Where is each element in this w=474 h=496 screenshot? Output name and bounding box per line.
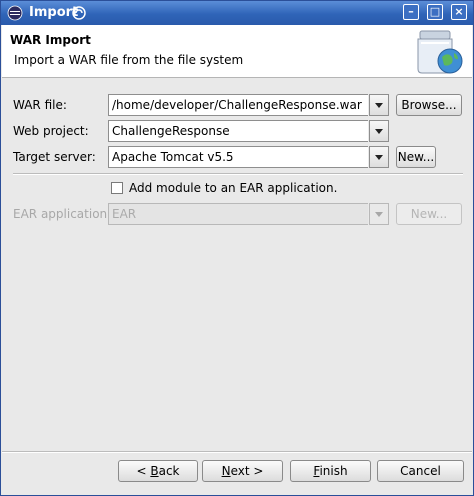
new-ear-button: New... <box>396 203 462 225</box>
wizard-description: Import a WAR file from the file system <box>14 53 244 67</box>
next-button[interactable]: Next > <box>202 460 283 482</box>
back-prefix: < <box>136 464 151 478</box>
target-server-label: Target server: <box>13 150 96 164</box>
target-server-select[interactable]: Apache Tomcat v5.5 <box>108 146 368 168</box>
ear-application-dropdown-button <box>369 203 389 225</box>
minimize-button[interactable]: – <box>403 4 419 20</box>
back-label-rest: ack <box>158 464 180 478</box>
browse-button[interactable]: Browse... <box>396 94 462 116</box>
web-project-input[interactable]: ChallengeResponse <box>108 120 368 142</box>
new-server-button-label: New... <box>397 150 435 164</box>
cancel-button[interactable]: Cancel <box>377 460 464 482</box>
new-ear-button-label: New... <box>410 207 448 221</box>
separator <box>13 173 463 175</box>
finish-button[interactable]: Finish <box>290 460 371 482</box>
wizard-heading: WAR Import <box>10 33 91 47</box>
war-file-input[interactable]: /home/developer/ChallengeResponse.war <box>108 94 368 116</box>
finish-label-rest: inish <box>319 464 348 478</box>
target-server-dropdown-button[interactable] <box>369 146 389 168</box>
new-server-button[interactable]: New... <box>396 146 436 168</box>
wizard-banner: WAR Import Import a WAR file from the fi… <box>2 25 472 78</box>
war-file-dropdown-button[interactable] <box>369 94 389 116</box>
ear-application-label: EAR application: <box>13 207 112 221</box>
jar-globe-icon <box>417 30 463 74</box>
next-label-rest: ext > <box>230 464 264 478</box>
web-project-label: Web project: <box>13 124 89 138</box>
back-mnemonic: B <box>150 464 159 478</box>
browse-button-label: Browse... <box>401 98 457 112</box>
add-to-ear-label[interactable]: Add module to an EAR application. <box>129 181 337 195</box>
import-dialog: Import – □ × WAR Import Import a WAR fil… <box>0 0 474 496</box>
war-file-label: WAR file: <box>13 98 67 112</box>
back-button[interactable]: < Back <box>118 460 198 482</box>
web-project-dropdown-button[interactable] <box>369 120 389 142</box>
ear-application-select: EAR <box>108 203 368 225</box>
add-to-ear-checkbox[interactable] <box>111 182 123 194</box>
next-mnemonic: N <box>221 464 231 478</box>
close-button[interactable]: × <box>451 4 467 20</box>
footer-separator <box>2 451 472 453</box>
eclipse-icon <box>7 5 23 21</box>
maximize-button[interactable]: □ <box>427 4 443 20</box>
title-bar[interactable]: Import – □ × <box>1 1 473 25</box>
window-menu-icon[interactable] <box>71 5 87 21</box>
